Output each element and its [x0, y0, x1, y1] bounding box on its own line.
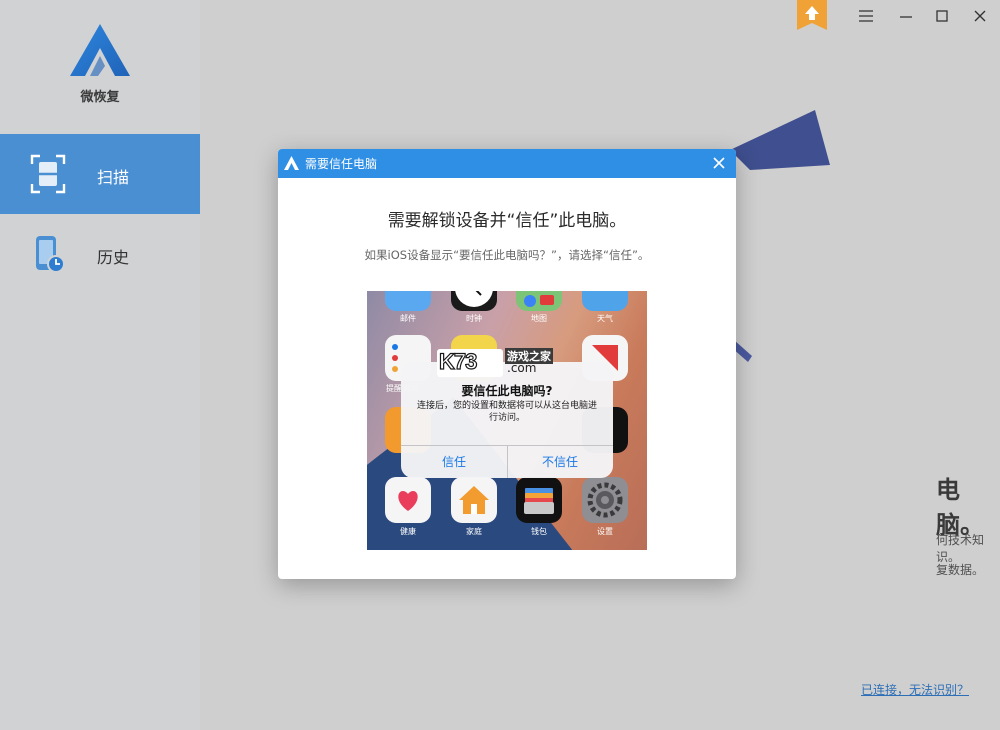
health-app-icon — [385, 477, 431, 523]
app-label: 地图 — [531, 314, 547, 323]
app-label: 设置 — [597, 527, 613, 536]
maximize-button[interactable] — [929, 4, 955, 28]
dialog-heading: 需要解锁设备并“信任”此电脑。 — [387, 211, 627, 231]
gear-icon — [587, 482, 623, 518]
dialog-header: 需要信任电脑 — [278, 149, 736, 178]
app-label: 邮件 — [400, 314, 416, 323]
mail-app-icon — [385, 291, 431, 311]
app-label: 天气 — [597, 314, 613, 323]
iphone-screenshot: 邮件 时钟 地图 天气 提醒事项 — [367, 291, 647, 550]
app-label: 家庭 — [466, 527, 482, 536]
app-label: 钱包 — [531, 527, 547, 536]
sidebar-item-scan[interactable]: 扫描 — [0, 134, 200, 214]
weather-app-icon — [582, 291, 628, 311]
alert-title: 要信任此电脑吗? — [461, 384, 553, 398]
watermark-logo: K73 游戏之家 .com — [437, 348, 563, 377]
close-window-button[interactable] — [967, 4, 993, 28]
background-heading: 电脑。 — [936, 476, 984, 539]
close-icon[interactable] — [710, 154, 728, 172]
watermark-domain: .com — [507, 361, 537, 375]
connected-not-recognized-link[interactable]: 已连接，无法识别？ — [861, 681, 969, 698]
app-label: 健康 — [400, 527, 416, 536]
close-icon — [974, 10, 986, 22]
sidebar: 微恢复 扫描 历史 — [0, 0, 200, 730]
upgrade-badge-icon[interactable] — [797, 0, 827, 30]
sidebar-item-label: 历史 — [97, 248, 130, 267]
sidebar-item-history[interactable]: 历史 — [0, 214, 200, 294]
wallet-icon — [524, 488, 554, 514]
trust-alert: 要信任此电脑吗? 连接后，您的设置和数据将可以从这台电脑进行访问。 信任 不信任 — [401, 362, 613, 478]
maps-icon — [524, 295, 554, 307]
menu-button[interactable] — [853, 4, 879, 28]
trust-computer-dialog: 需要信任电脑 需要解锁设备并“信任”此电脑。 如果iOS设备显示“要信任此电脑吗… — [278, 149, 736, 579]
background-line: 何技术知识。 — [936, 533, 985, 564]
app-logo-icon — [70, 24, 130, 76]
minimize-button[interactable] — [893, 4, 919, 28]
dont-trust-button: 不信任 — [541, 455, 578, 469]
heart-icon — [398, 491, 418, 511]
alert-message: 连接后，您的设置和数据将可以从这台电脑进行访问。 — [416, 401, 597, 423]
home-app-icon — [451, 477, 497, 523]
trust-button: 信任 — [441, 455, 466, 469]
background-line: 复数据。 — [936, 563, 985, 577]
app-label: 时钟 — [466, 314, 482, 323]
sidebar-item-label: 扫描 — [97, 168, 130, 187]
maximize-icon — [936, 10, 948, 22]
menu-icon — [859, 10, 873, 22]
house-icon — [459, 486, 489, 514]
history-icon — [36, 236, 65, 273]
dialog-title: 需要信任电脑 — [305, 157, 378, 171]
clock-app-icon — [451, 291, 497, 311]
dialog-subtitle: 如果iOS设备显示“要信任此电脑吗？”，请选择“信任”。 — [364, 248, 650, 262]
maps-app-icon — [516, 291, 562, 311]
scan-icon — [30, 154, 66, 194]
settings-app-icon — [582, 477, 628, 523]
device-illustration — [730, 110, 830, 170]
minimize-icon — [900, 16, 912, 18]
watermark-brand: K73 — [438, 348, 478, 374]
app-name: 微恢复 — [80, 90, 120, 105]
clock-icon — [455, 291, 493, 307]
app-logo-icon — [284, 156, 299, 170]
wallet-app-icon — [516, 477, 562, 523]
